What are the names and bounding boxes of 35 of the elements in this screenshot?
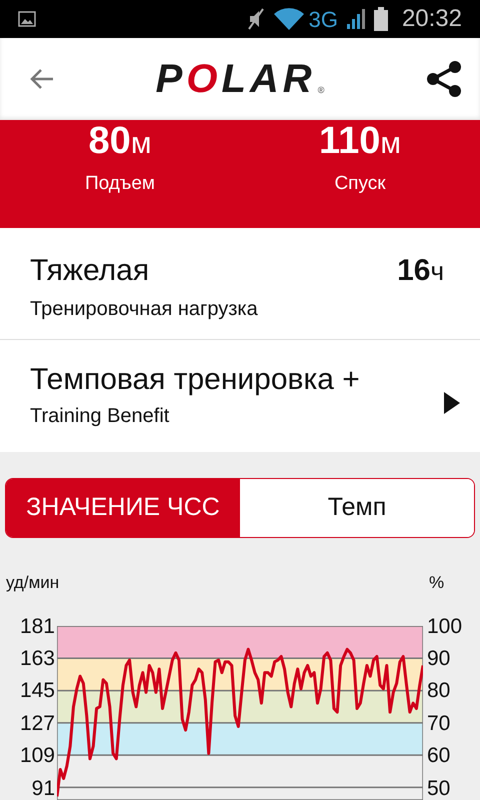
- image-icon: [18, 11, 36, 27]
- stat-value: 110м: [319, 122, 401, 160]
- stat-label: Спуск: [334, 172, 386, 196]
- axis-tick: 70: [427, 712, 450, 734]
- benefit-title: Темповая тренировка +: [30, 362, 361, 398]
- signal-icon: [346, 8, 366, 30]
- axis-tick: 163: [20, 648, 55, 670]
- axis-tick: 80: [427, 680, 450, 702]
- clock: 20:32: [402, 4, 462, 34]
- axis-tick: 109: [20, 745, 55, 766]
- axis-label: уд/мин: [6, 572, 60, 594]
- wifi-icon: [272, 7, 305, 31]
- share-button[interactable]: [424, 59, 464, 99]
- load-value: 16ч: [397, 253, 444, 289]
- axis-tick: 91: [32, 778, 55, 799]
- axis-label: %: [429, 572, 444, 594]
- axis-tick: 145: [20, 680, 55, 702]
- axis-tick: 127: [20, 712, 55, 734]
- stat-value: 80м: [88, 122, 152, 160]
- stat-label: Подъем: [85, 172, 155, 196]
- axis-tick: 50: [427, 778, 450, 799]
- benefit-subtitle: Training Benefit: [30, 404, 170, 429]
- load-subtitle: Тренировочная нагрузка: [30, 296, 259, 322]
- axis-tick: 90: [427, 648, 450, 670]
- network-type: 3G: [308, 6, 338, 34]
- axis-tick: 100: [427, 616, 462, 637]
- registered-mark: ®: [318, 84, 324, 96]
- polar-logo: POLAR: [156, 59, 316, 99]
- axis-tick: 60: [427, 745, 450, 766]
- play-icon[interactable]: [444, 392, 460, 414]
- axis-tick: 181: [20, 616, 55, 637]
- tab[interactable]: ЗНАЧЕНИЕ ЧСС: [6, 479, 240, 537]
- battery-icon: [374, 7, 388, 31]
- load-title: Тяжелая: [30, 253, 150, 289]
- muted-speaker-icon: [246, 7, 265, 31]
